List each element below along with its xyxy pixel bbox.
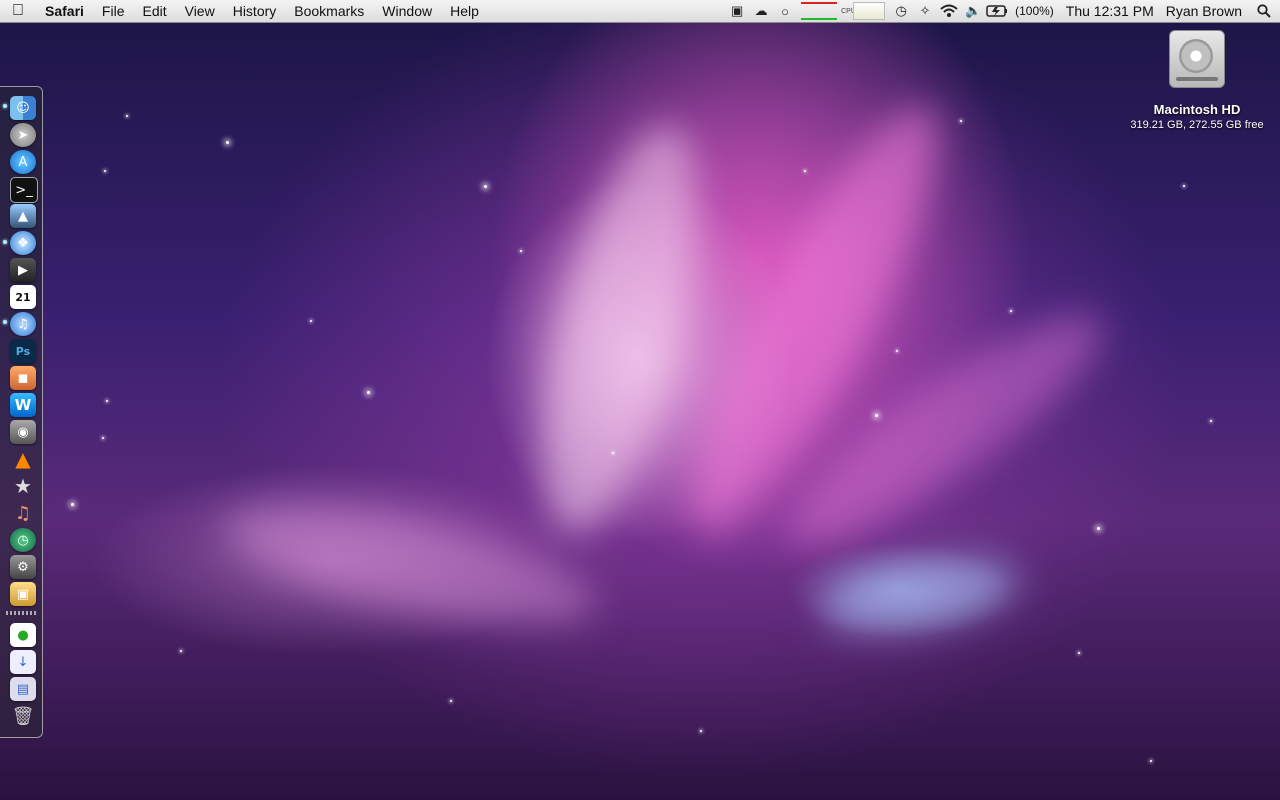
cpu-meter-icon[interactable] — [801, 2, 838, 20]
menu-history[interactable]: History — [224, 0, 286, 22]
preview-icon[interactable]: ▲ — [10, 204, 36, 228]
star — [1183, 185, 1185, 187]
terminal-icon[interactable]: >_ — [10, 177, 38, 203]
star — [1010, 310, 1012, 312]
star — [71, 503, 74, 506]
menu-file[interactable]: File — [93, 0, 134, 22]
disk-utility-icon[interactable]: ◉ — [10, 420, 36, 444]
star — [804, 170, 806, 172]
memory-meter-icon[interactable] — [853, 2, 886, 20]
status-area: ▣ ☁ ○ CPU ◷ ✧ 🔈 (100%) Thu 12:31 PM Ryan… — [725, 0, 1280, 22]
iphoto-icon[interactable]: ◼ — [10, 366, 36, 390]
dock-separator — [6, 611, 36, 615]
drive-name: Macintosh HD — [1153, 102, 1241, 117]
garageband-icon[interactable]: ♫ — [10, 501, 36, 525]
imovie-icon[interactable]: ★ — [10, 474, 36, 498]
desktop-item-macintosh-hd[interactable]: Macintosh HD 319.21 GB, 272.55 GB free — [1122, 30, 1272, 131]
aurora-streak — [815, 543, 1025, 647]
facetime-icon[interactable]: ▶ — [10, 258, 36, 282]
star — [126, 115, 128, 117]
star — [1097, 527, 1100, 530]
safari-icon[interactable]: ❖ — [10, 231, 36, 255]
installer-icon[interactable]: ▣ — [10, 582, 36, 606]
photoshop-icon[interactable]: Ps — [10, 339, 36, 363]
time-machine-icon[interactable]: ◷ — [889, 0, 913, 22]
running-indicator — [3, 240, 7, 244]
airdisplay-icon[interactable]: ▣ — [725, 0, 749, 22]
cpu-label: CPU — [841, 7, 856, 15]
star — [520, 250, 522, 252]
star — [896, 350, 898, 352]
bluetooth-icon[interactable]: ✧ — [913, 0, 937, 22]
desktop-wallpaper — [0, 0, 1280, 800]
menu-edit[interactable]: Edit — [133, 0, 175, 22]
menu-view[interactable]: View — [176, 0, 224, 22]
apple-logo-icon[interactable]:  — [0, 2, 36, 20]
star — [310, 320, 312, 322]
calendar-date: 21 — [15, 290, 31, 304]
app-menu-safari[interactable]: Safari — [36, 0, 93, 22]
battery-percent[interactable]: (100%) — [1009, 0, 1060, 22]
star — [180, 650, 182, 652]
star — [367, 391, 370, 394]
menu-help[interactable]: Help — [441, 0, 488, 22]
itunes-icon[interactable]: ♫ — [10, 312, 36, 336]
hard-drive-icon — [1169, 30, 1225, 88]
star — [226, 141, 229, 144]
aurora-streak — [214, 481, 606, 649]
menu-bar:  Safari File Edit View History Bookmark… — [0, 0, 1280, 23]
document-stack-icon[interactable]: ● — [10, 623, 36, 647]
cloud-icon[interactable]: ☁ — [749, 0, 773, 22]
menu-bookmarks[interactable]: Bookmarks — [285, 0, 373, 22]
drive-info: 319.21 GB, 272.55 GB free — [1130, 119, 1264, 131]
battery-icon[interactable] — [985, 0, 1009, 22]
user-name[interactable]: Ryan Brown — [1160, 0, 1248, 22]
vlc-icon[interactable]: ▲ — [10, 447, 36, 471]
word-icon[interactable]: W — [10, 393, 36, 417]
star — [102, 437, 104, 439]
menu-window[interactable]: Window — [373, 0, 441, 22]
trash-icon[interactable]: 🗑 — [10, 704, 36, 728]
spotlight-search-icon[interactable] — [1248, 0, 1280, 22]
star — [960, 120, 962, 122]
star — [106, 400, 108, 402]
running-indicator — [3, 320, 7, 324]
dock: ☺ ➤ A >_ ▲ ❖ ▶ 21 ♫ Ps ◼ W ◉ ▲ ★ ♫ ◷ ⚙ ▣… — [0, 86, 43, 738]
downloads-stack-icon[interactable]: ↓ — [10, 650, 36, 674]
menu-clock[interactable]: Thu 12:31 PM — [1060, 0, 1160, 22]
star — [1150, 760, 1152, 762]
star — [104, 170, 106, 172]
applications-stack-icon[interactable]: ▤ — [10, 677, 36, 701]
volume-icon[interactable]: 🔈 — [961, 0, 985, 22]
calendar-icon[interactable]: 21 — [10, 285, 36, 309]
star — [1210, 420, 1212, 422]
star — [1078, 652, 1080, 654]
star — [612, 452, 614, 454]
star — [450, 700, 452, 702]
finder-icon[interactable]: ☺ — [10, 96, 36, 120]
chat-bubble-icon[interactable]: ○ — [773, 0, 797, 22]
word-label: W — [14, 396, 32, 414]
system-preferences-icon[interactable]: ⚙ — [10, 555, 36, 579]
star — [700, 730, 702, 732]
photoshop-label: Ps — [15, 344, 31, 358]
launchpad-rocket-icon[interactable]: ➤ — [10, 123, 36, 147]
running-indicator — [3, 104, 7, 108]
star — [484, 185, 487, 188]
app-store-icon[interactable]: A — [10, 150, 36, 174]
time-machine-icon[interactable]: ◷ — [10, 528, 36, 552]
star — [875, 414, 878, 417]
wifi-icon[interactable] — [937, 0, 961, 22]
